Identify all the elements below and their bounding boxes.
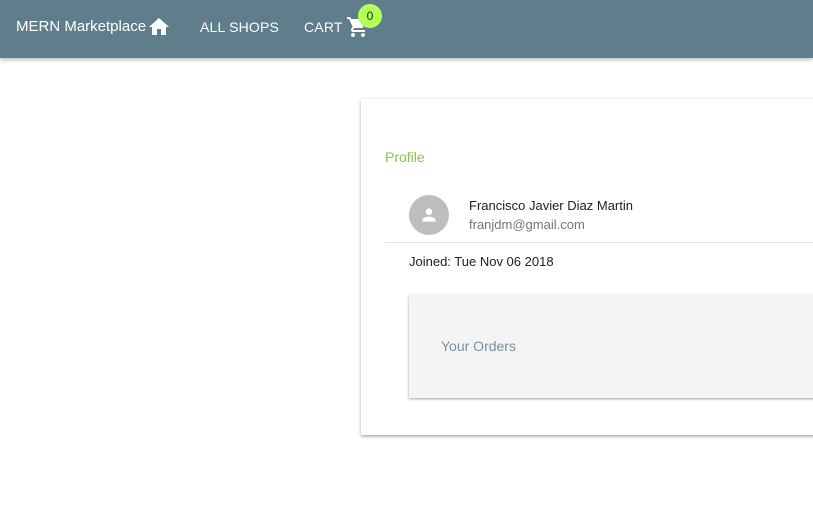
user-email: franjdm@gmail.com: [469, 217, 585, 232]
home-icon: [149, 18, 169, 35]
orders-title: Your Orders: [441, 338, 516, 354]
home-button[interactable]: [147, 15, 171, 39]
app-bar: MERN Marketplace ALL SHOPS CART 0: [0, 0, 813, 58]
cart-count-badge: 0: [358, 4, 382, 28]
user-name: Francisco Javier Diaz Martin: [469, 198, 633, 213]
orders-panel: Your Orders: [409, 295, 813, 398]
app-title: MERN Marketplace: [16, 18, 147, 35]
divider: [385, 242, 813, 243]
cart-link[interactable]: CART: [304, 18, 343, 36]
all-shops-link[interactable]: ALL SHOPS: [200, 18, 279, 36]
person-icon: [422, 208, 436, 222]
profile-title: Profile: [385, 149, 425, 165]
profile-card: Profile Francisco Javier Diaz Martin fra…: [361, 99, 813, 435]
joined-date: Joined: Tue Nov 06 2018: [409, 254, 554, 269]
avatar: [409, 195, 449, 235]
